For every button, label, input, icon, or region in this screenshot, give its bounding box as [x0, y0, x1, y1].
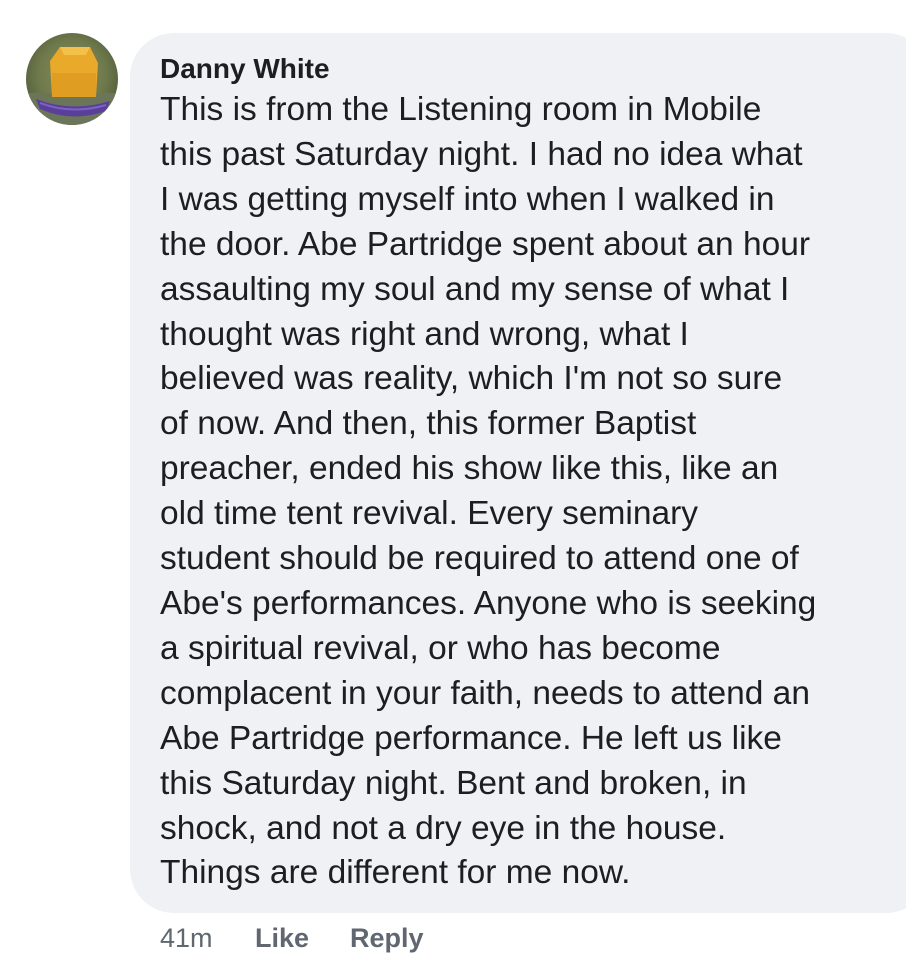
comment-line: student should be required to attend one… — [160, 540, 799, 578]
comment-line: a spiritual revival, or who has become — [160, 629, 721, 667]
comment-line: Things are different for me now. — [160, 854, 631, 892]
comment-text: This is from the Listening room in Mobil… — [160, 88, 900, 896]
comment-line: Abe's performances. Anyone who is seekin… — [160, 584, 817, 622]
comment-timestamp[interactable]: 41m — [160, 918, 213, 958]
profile-photo-boat-icon — [26, 33, 118, 125]
comment-line: This is from the Listening room in Mobil… — [160, 91, 762, 128]
reply-button[interactable]: Reply — [350, 918, 424, 958]
comment-line: thought was right and wrong, what I — [160, 315, 689, 353]
comment-line: I was getting myself into when I walked … — [160, 180, 775, 218]
comment-line: preacher, ended his show like this, like… — [160, 450, 779, 488]
comment-line: this past Saturday night. I had no idea … — [160, 135, 803, 173]
avatar[interactable] — [26, 33, 118, 125]
comment-author[interactable]: Danny White — [160, 51, 330, 87]
comment-line: assaulting my soul and my sense of what … — [160, 270, 790, 308]
like-button[interactable]: Like — [255, 918, 309, 958]
comment-line: complacent in your faith, needs to atten… — [160, 674, 810, 712]
comment-line: shock, and not a dry eye in the house. — [160, 809, 727, 847]
comment-line: old time tent revival. Every seminary — [160, 495, 699, 533]
comment-line: of now. And then, this former Baptist — [160, 405, 697, 443]
comment-line: Abe Partridge performance. He left us li… — [160, 719, 782, 757]
comment-line: believed was reality, which I'm not so s… — [160, 360, 783, 398]
comment-line: the door. Abe Partridge spent about an h… — [160, 225, 811, 263]
comment-line: this Saturday night. Bent and broken, in — [160, 764, 747, 802]
